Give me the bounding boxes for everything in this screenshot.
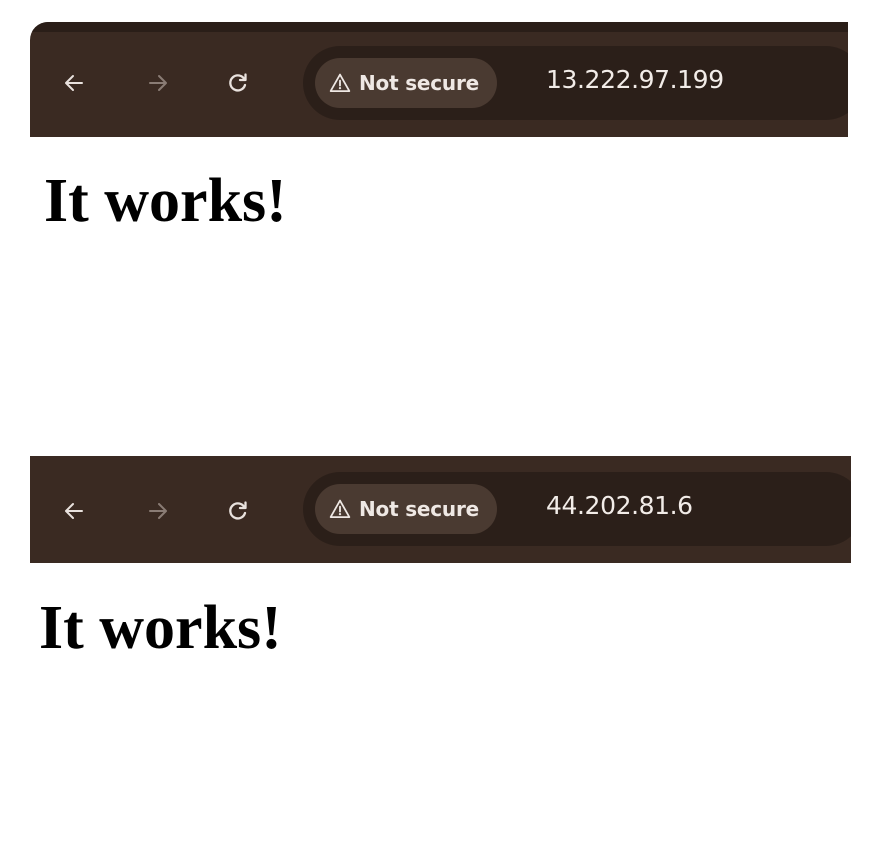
security-label: Not secure: [359, 497, 479, 521]
address-bar[interactable]: Not secure 13.222.97.199: [303, 46, 848, 120]
browser-toolbar: Not secure 44.202.81.6: [30, 456, 851, 563]
forward-button[interactable]: [140, 493, 176, 529]
back-button[interactable]: [56, 65, 92, 101]
security-indicator-button[interactable]: Not secure: [315, 58, 497, 108]
reload-icon: [229, 73, 247, 92]
browser-toolbar: Not secure 13.222.97.199: [30, 22, 848, 137]
reload-button[interactable]: [220, 493, 256, 529]
security-label: Not secure: [359, 71, 479, 95]
address-bar[interactable]: Not secure 44.202.81.6: [303, 472, 851, 546]
page-heading: It works!: [44, 167, 287, 235]
back-button[interactable]: [56, 493, 92, 529]
url-text[interactable]: 13.222.97.199: [546, 65, 724, 94]
forward-button[interactable]: [140, 65, 176, 101]
back-arrow-icon: [65, 503, 83, 519]
toolbar-edge: [30, 22, 848, 32]
url-text[interactable]: 44.202.81.6: [546, 491, 693, 520]
warning-triangle-icon: [329, 498, 351, 520]
back-arrow-icon: [65, 75, 83, 91]
reload-button[interactable]: [220, 65, 256, 101]
forward-arrow-icon: [149, 503, 167, 519]
security-indicator-button[interactable]: Not secure: [315, 484, 497, 534]
page-heading: It works!: [39, 594, 282, 662]
reload-icon: [229, 501, 247, 520]
warning-triangle-icon: [329, 72, 351, 94]
forward-arrow-icon: [149, 75, 167, 91]
